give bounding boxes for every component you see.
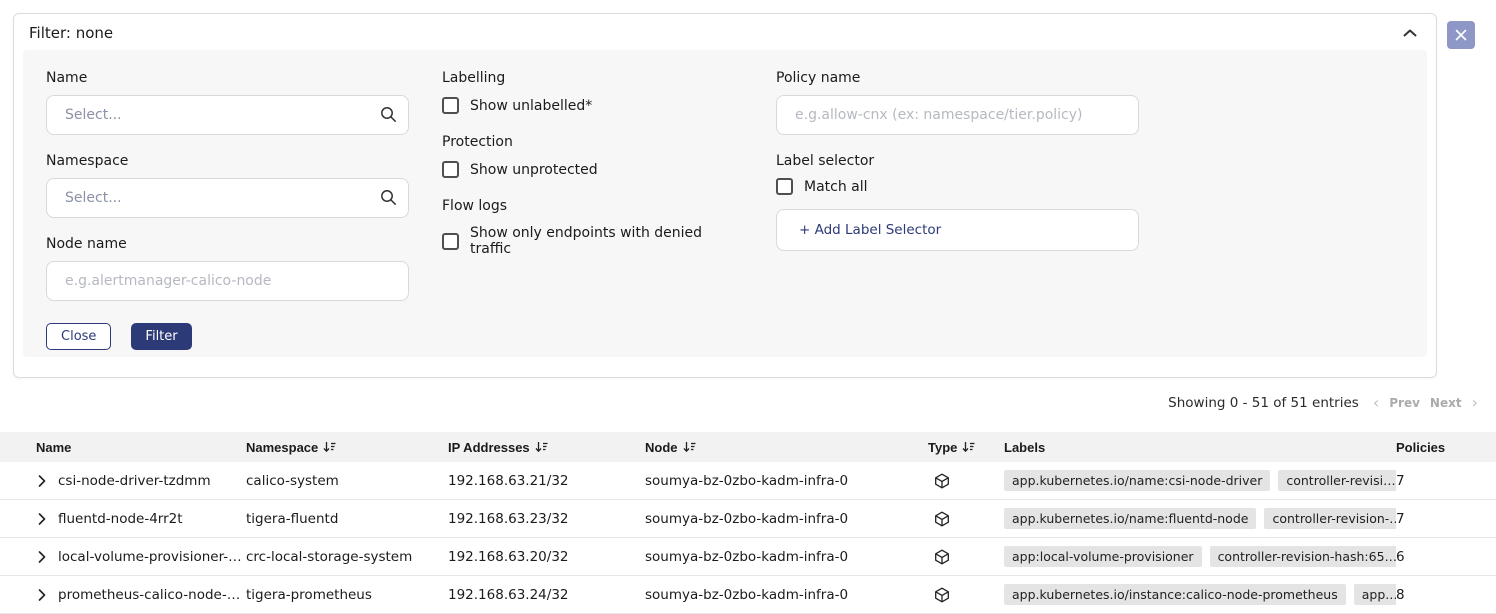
endpoint-node: soumya-bz-0zbo-kadm-infra-0	[645, 473, 928, 489]
dismiss-panel-button[interactable]	[1447, 21, 1475, 49]
expand-row-button[interactable]	[36, 473, 48, 489]
match-all-checkbox[interactable]	[776, 178, 793, 195]
filter-column-middle: Labelling Show unlabelled* Protection Sh…	[442, 70, 742, 337]
column-header-node[interactable]: Node	[645, 440, 928, 455]
sort-icon	[323, 441, 336, 453]
show-unprotected-checkbox[interactable]	[442, 161, 459, 178]
sort-icon	[535, 441, 548, 453]
next-page-link[interactable]: Next	[1430, 396, 1462, 410]
workload-pod-icon	[934, 473, 950, 489]
column-header-namespace[interactable]: Namespace	[246, 440, 448, 455]
denied-traffic-label: Show only endpoints with denied traffic	[470, 225, 742, 257]
policy-name-field-label: Policy name	[776, 70, 1139, 86]
filter-button[interactable]: Filter	[131, 323, 191, 350]
sort-icon	[683, 441, 696, 453]
label-selector-label: Label selector	[776, 153, 1139, 169]
endpoint-namespace: calico-system	[246, 473, 448, 489]
workload-pod-icon	[934, 587, 950, 603]
filter-form: Name Namespace Node name Close Filt	[23, 50, 1427, 357]
endpoint-name: prometheus-calico-node-…	[58, 587, 240, 603]
match-all-label: Match all	[804, 179, 868, 195]
collapse-filter-button[interactable]	[1399, 27, 1421, 39]
expand-row-button[interactable]	[36, 549, 48, 565]
table-row: local-volume-provisioner-… crc-local-sto…	[0, 538, 1496, 576]
table-header-row: Name Namespace IP Addresses Node Type La…	[0, 432, 1496, 462]
filter-panel-header: Filter: none	[14, 14, 1436, 50]
label-chip: controller-revision-hash:65…	[1210, 546, 1396, 567]
label-chip: app.kubernetes.io/name:csi-node-driver	[1004, 470, 1270, 491]
label-chip: app.kubernetes.io/instance:calico-node-p…	[1004, 584, 1346, 605]
search-icon	[380, 106, 397, 123]
endpoint-ip: 192.168.63.20/32	[448, 549, 645, 565]
column-header-name[interactable]: Name	[0, 440, 246, 455]
endpoint-ip: 192.168.63.23/32	[448, 511, 645, 527]
chevron-up-icon	[1403, 29, 1417, 37]
label-chip: app:local-volume-provisioner	[1004, 546, 1202, 567]
expand-row-button[interactable]	[36, 511, 48, 527]
endpoint-policies-count: 8	[1396, 587, 1496, 603]
column-header-labels: Labels	[1004, 440, 1396, 455]
close-icon	[1455, 29, 1467, 41]
namespace-select-input[interactable]	[46, 178, 409, 218]
table-row: prometheus-calico-node-… tigera-promethe…	[0, 576, 1496, 614]
search-icon	[380, 189, 397, 206]
protection-heading: Protection	[442, 134, 742, 150]
endpoint-name: csi-node-driver-tzdmm	[58, 473, 211, 489]
labelling-heading: Labelling	[442, 70, 742, 86]
workload-pod-icon	[934, 549, 950, 565]
table-row: csi-node-driver-tzdmm calico-system 192.…	[0, 462, 1496, 500]
name-field-label: Name	[46, 70, 409, 86]
entries-summary: Showing 0 - 51 of 51 entries	[1168, 395, 1359, 411]
chevron-right-icon	[38, 513, 46, 525]
show-unprotected-label: Show unprotected	[470, 162, 598, 178]
node-name-field-label: Node name	[46, 236, 409, 252]
node-name-input[interactable]	[46, 261, 409, 301]
filter-column-right: Policy name Label selector Match all + A…	[776, 70, 1139, 337]
endpoint-name: fluentd-node-4rr2t	[58, 511, 183, 527]
show-unlabelled-label: Show unlabelled*	[470, 98, 592, 114]
endpoint-ip: 192.168.63.21/32	[448, 473, 645, 489]
endpoint-node: soumya-bz-0zbo-kadm-infra-0	[645, 587, 928, 603]
name-select-input[interactable]	[46, 95, 409, 135]
namespace-field-label: Namespace	[46, 153, 409, 169]
prev-page-link[interactable]: Prev	[1389, 396, 1420, 410]
close-button[interactable]: Close	[46, 323, 111, 350]
pagination: Showing 0 - 51 of 51 entries ‹ Prev Next…	[1168, 395, 1478, 411]
endpoint-namespace: tigera-fluentd	[246, 511, 448, 527]
flow-logs-heading: Flow logs	[442, 198, 742, 214]
endpoint-namespace: crc-local-storage-system	[246, 549, 448, 565]
workload-pod-icon	[934, 511, 950, 527]
endpoint-policies-count: 7	[1396, 473, 1496, 489]
endpoint-name: local-volume-provisioner-…	[58, 549, 242, 565]
expand-row-button[interactable]	[36, 587, 48, 603]
column-header-policies: Policies	[1396, 440, 1496, 455]
label-chip: controller-revision-…	[1264, 508, 1396, 529]
sort-icon	[962, 441, 975, 453]
column-header-type[interactable]: Type	[928, 440, 1004, 455]
label-chip: app.kubernetes.io/name:fluentd-node	[1004, 508, 1256, 529]
label-chip: app.…	[1354, 584, 1396, 605]
chevron-right-icon	[38, 589, 46, 601]
endpoints-table: Name Namespace IP Addresses Node Type La…	[0, 432, 1496, 614]
denied-traffic-checkbox[interactable]	[442, 233, 459, 250]
endpoint-policies-count: 6	[1396, 549, 1496, 565]
label-chip: controller-revisi…	[1278, 470, 1396, 491]
add-label-selector-button[interactable]: + Add Label Selector	[776, 209, 1139, 251]
chevron-right-icon	[38, 551, 46, 563]
next-arrow-icon[interactable]: ›	[1472, 395, 1478, 411]
filter-panel-title: Filter: none	[29, 24, 113, 42]
column-header-ip-addresses[interactable]: IP Addresses	[448, 440, 645, 455]
endpoint-node: soumya-bz-0zbo-kadm-infra-0	[645, 549, 928, 565]
endpoint-namespace: tigera-prometheus	[246, 587, 448, 603]
endpoint-policies-count: 7	[1396, 511, 1496, 527]
show-unlabelled-checkbox[interactable]	[442, 97, 459, 114]
filter-column-left: Name Namespace Node name Close Filt	[46, 70, 409, 337]
endpoint-node: soumya-bz-0zbo-kadm-infra-0	[645, 511, 928, 527]
endpoint-ip: 192.168.63.24/32	[448, 587, 645, 603]
policy-name-input[interactable]	[776, 95, 1139, 135]
table-row: fluentd-node-4rr2t tigera-fluentd 192.16…	[0, 500, 1496, 538]
filter-panel: Filter: none Name Namespace	[13, 13, 1437, 378]
chevron-right-icon	[38, 475, 46, 487]
prev-arrow-icon[interactable]: ‹	[1373, 395, 1379, 411]
